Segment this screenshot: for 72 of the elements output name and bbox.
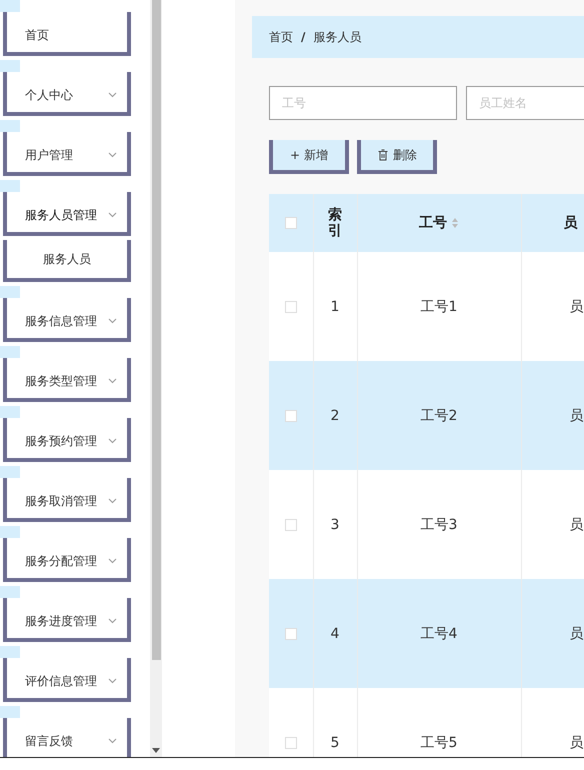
table-cell: 员 — [570, 516, 584, 532]
chevron-down-icon — [108, 92, 117, 98]
column-header: 索引 — [328, 206, 342, 240]
menu-item[interactable]: 服务人员管理 — [3, 192, 131, 236]
menu-accent — [0, 120, 20, 132]
menu-accent — [0, 646, 20, 658]
select-all-checkbox[interactable] — [284, 217, 297, 230]
menu-accent — [0, 526, 20, 538]
chevron-down-icon — [108, 212, 117, 218]
row-checkbox[interactable] — [284, 300, 297, 313]
trash-icon — [377, 149, 389, 161]
menu-item[interactable]: 服务信息管理 — [3, 298, 131, 342]
menu-item[interactable]: 首页 — [3, 12, 131, 56]
table-cell: 2 — [330, 408, 340, 424]
chevron-down-icon — [108, 618, 117, 624]
table-cell: 工号2 — [420, 408, 458, 424]
chevron-down-icon — [108, 152, 117, 158]
chevron-down-icon — [108, 378, 117, 384]
menu-item[interactable]: 服务分配管理 — [3, 538, 131, 582]
search-field[interactable]: 工号 — [269, 86, 457, 120]
submenu-item[interactable]: 服务人员 — [3, 240, 131, 282]
scroll-down-icon[interactable] — [152, 748, 160, 754]
menu-item[interactable]: 服务类型管理 — [3, 358, 131, 402]
menu-item[interactable]: 服务预约管理 — [3, 418, 131, 462]
table-cell: 员 — [570, 408, 584, 424]
chevron-down-icon — [108, 318, 117, 324]
table-cell: 工号5 — [420, 734, 458, 750]
menu-accent — [0, 586, 20, 598]
column-header[interactable]: 工号 — [419, 214, 447, 232]
row-checkbox[interactable] — [284, 628, 297, 640]
table-cell: 5 — [330, 734, 340, 750]
column-header: 员 — [564, 215, 578, 231]
chevron-down-icon — [108, 438, 117, 444]
table-cell: 3 — [330, 516, 340, 532]
search-field[interactable]: 员工姓名 — [466, 86, 584, 120]
breadcrumb-current: 服务人员 — [313, 28, 362, 46]
table-cell: 工号3 — [420, 516, 458, 532]
menu-accent — [0, 0, 20, 12]
chevron-down-icon — [108, 738, 117, 744]
add-button[interactable]: + 新增 — [269, 140, 349, 174]
table-cell: 工号4 — [420, 626, 458, 642]
chevron-down-icon — [108, 498, 117, 504]
table-cell: 员 — [570, 298, 584, 314]
row-checkbox[interactable] — [284, 518, 297, 531]
menu-item[interactable]: 服务进度管理 — [3, 598, 131, 642]
menu-item[interactable]: 服务取消管理 — [3, 478, 131, 522]
plus-icon: + — [290, 148, 300, 162]
chevron-down-icon — [108, 558, 117, 564]
menu-accent — [0, 180, 20, 192]
table-cell: 员 — [570, 734, 584, 750]
breadcrumb-link[interactable]: 首页 — [269, 28, 293, 46]
table-cell: 4 — [330, 626, 340, 642]
menu-item[interactable]: 个人中心 — [3, 72, 131, 116]
table-cell: 1 — [330, 298, 340, 314]
menu-accent — [0, 406, 20, 418]
table-cell: 工号1 — [420, 298, 458, 314]
row-checkbox[interactable] — [284, 736, 297, 749]
row-checkbox[interactable] — [284, 410, 297, 422]
menu-accent — [0, 346, 20, 358]
breadcrumb-separator: / — [301, 30, 306, 44]
scrollbar[interactable] — [150, 0, 162, 757]
menu-accent — [0, 706, 20, 718]
menu-accent — [0, 286, 20, 298]
menu-accent — [0, 60, 20, 72]
menu-item[interactable]: 评价信息管理 — [3, 658, 131, 702]
menu-item[interactable]: 用户管理 — [3, 132, 131, 176]
sort-icon[interactable] — [451, 218, 459, 228]
chevron-down-icon — [108, 678, 117, 684]
delete-button[interactable]: 删除 — [357, 140, 437, 174]
table-cell: 员 — [570, 626, 584, 642]
menu-accent — [0, 466, 20, 478]
menu-item[interactable]: 留言反馈 — [3, 718, 131, 757]
